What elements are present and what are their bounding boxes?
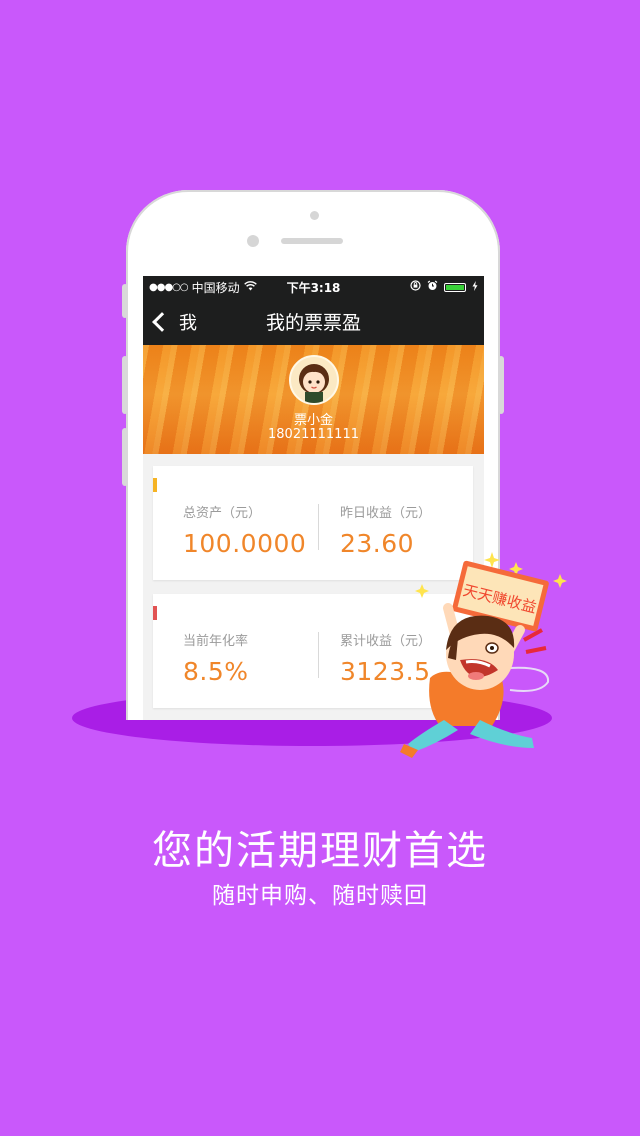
- profile-name: 票小金: [293, 413, 333, 428]
- back-label: 我: [179, 312, 197, 334]
- stat-label: 当前年化率: [183, 634, 249, 649]
- total-assets: 总资产（元） 100.0000: [183, 502, 306, 558]
- card-accent: [153, 478, 157, 492]
- back-button[interactable]: 我: [143, 309, 197, 335]
- card-accent: [153, 606, 157, 620]
- chevron-left-icon: [152, 311, 172, 332]
- stat-label: 总资产（元）: [183, 506, 262, 521]
- phone-camera: [310, 211, 319, 220]
- stat-value: 8.5%: [183, 657, 249, 686]
- promo-subline: 随时申购、随时赎回: [212, 883, 428, 909]
- status-bar: ●●●○○ 中国移动 下午3:18: [143, 276, 484, 298]
- profile-phone: 18021111111: [268, 427, 359, 442]
- stat-value: 100.0000: [183, 529, 307, 558]
- phone-sensor: [247, 235, 259, 247]
- nav-bar: 我 我的票票盈: [143, 298, 484, 345]
- phone-speaker: [281, 238, 343, 244]
- stat-label: 昨日收益（元）: [340, 506, 432, 521]
- status-time: 下午3:18: [286, 280, 341, 295]
- battery-icon: [444, 282, 466, 292]
- promo-headline: 您的活期理财首选: [152, 828, 488, 874]
- profile-banner: 票小金 18021111111: [143, 345, 484, 454]
- avatar[interactable]: [289, 355, 339, 405]
- phone-side-button: [122, 356, 128, 414]
- divider: [318, 632, 319, 678]
- phone-side-button: [122, 428, 128, 486]
- phone-side-button: [498, 356, 504, 414]
- phone-side-button: [122, 284, 128, 318]
- mascot-illustration: 天天赚收益: [400, 548, 570, 768]
- annual-rate: 当前年化率 8.5%: [183, 630, 249, 686]
- divider: [318, 504, 319, 550]
